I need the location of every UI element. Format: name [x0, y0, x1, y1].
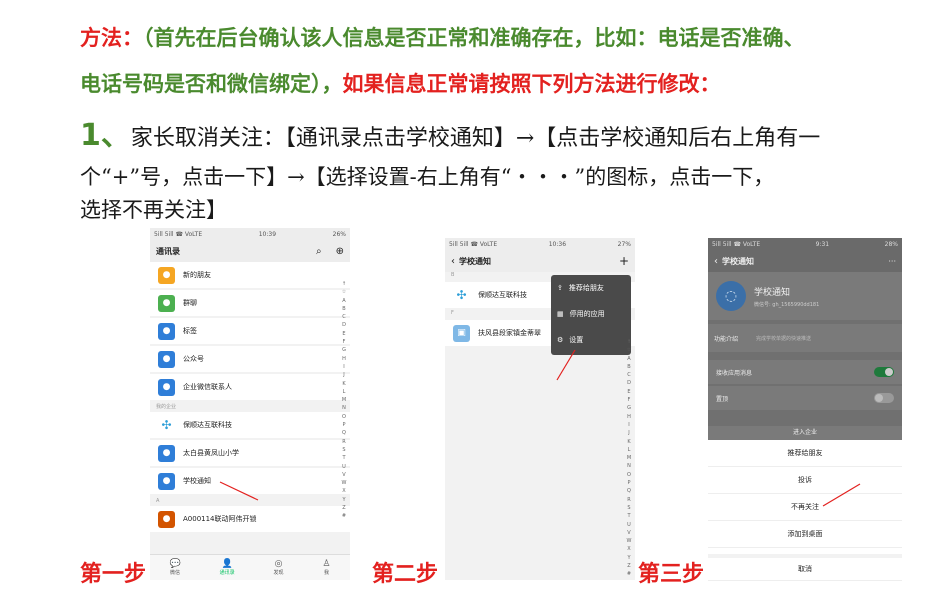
annotation-arrow	[556, 349, 576, 381]
annotation-arrow	[219, 481, 259, 501]
instruction-line-2: 电话号码是否和微信绑定），如果信息正常请按照下列方法进行修改：	[80, 68, 721, 98]
phone-screenshot-menu: 5ill 5ill ☎ VoLTE 10:36 27% ‹ 学校通知 + B ✣…	[445, 238, 635, 580]
step-label-3: 第三步	[638, 562, 705, 587]
phone-screenshot-contacts: 5ill 5ill ☎ VoLTE 10:39 26% 通讯录 ⌕ ⊕ ● 新的朋…	[150, 228, 350, 580]
red-pointer-line	[822, 483, 861, 507]
red-pointer-line	[556, 349, 576, 381]
annotation-arrow	[822, 483, 861, 507]
instruction-line-1: 方法：（首先在后台确认该人信息是否正常和准确存在，比如：电话是否准确、	[80, 22, 805, 52]
line1-text: （首先在后台确认该人信息是否正常和准确存在，比如：电话是否准确、	[143, 25, 805, 50]
instruction-line-4: 个“+”号，点击一下】→【选择设置-右上角有“・・・”的图标，点击一下，	[80, 165, 775, 189]
line3-text: 家长取消关注：【通讯录点击学校通知】→【点击学校通知后右上角有一	[130, 126, 821, 151]
red-pointer-line	[219, 481, 259, 501]
phone-screenshot-profile: 5ill 5ill ☎ VoLTE 9:31 28% ‹ 学校通知 ··· ◌ …	[708, 238, 902, 582]
step-label-1: 第一步	[80, 562, 147, 587]
method-label: 方法：	[80, 25, 143, 50]
step-label-2: 第二步	[372, 562, 439, 587]
line2-green-text: 电话号码是否和微信绑定），	[80, 71, 343, 96]
instruction-line-5: 选择不再关注】	[80, 198, 227, 222]
line2-red-text: 如果信息正常请按照下列方法进行修改：	[342, 71, 721, 96]
instruction-line-3: 1、家长取消关注：【通讯录点击学校通知】→【点击学校通知后右上角有一	[80, 110, 820, 154]
step-number: 1、	[80, 118, 131, 153]
